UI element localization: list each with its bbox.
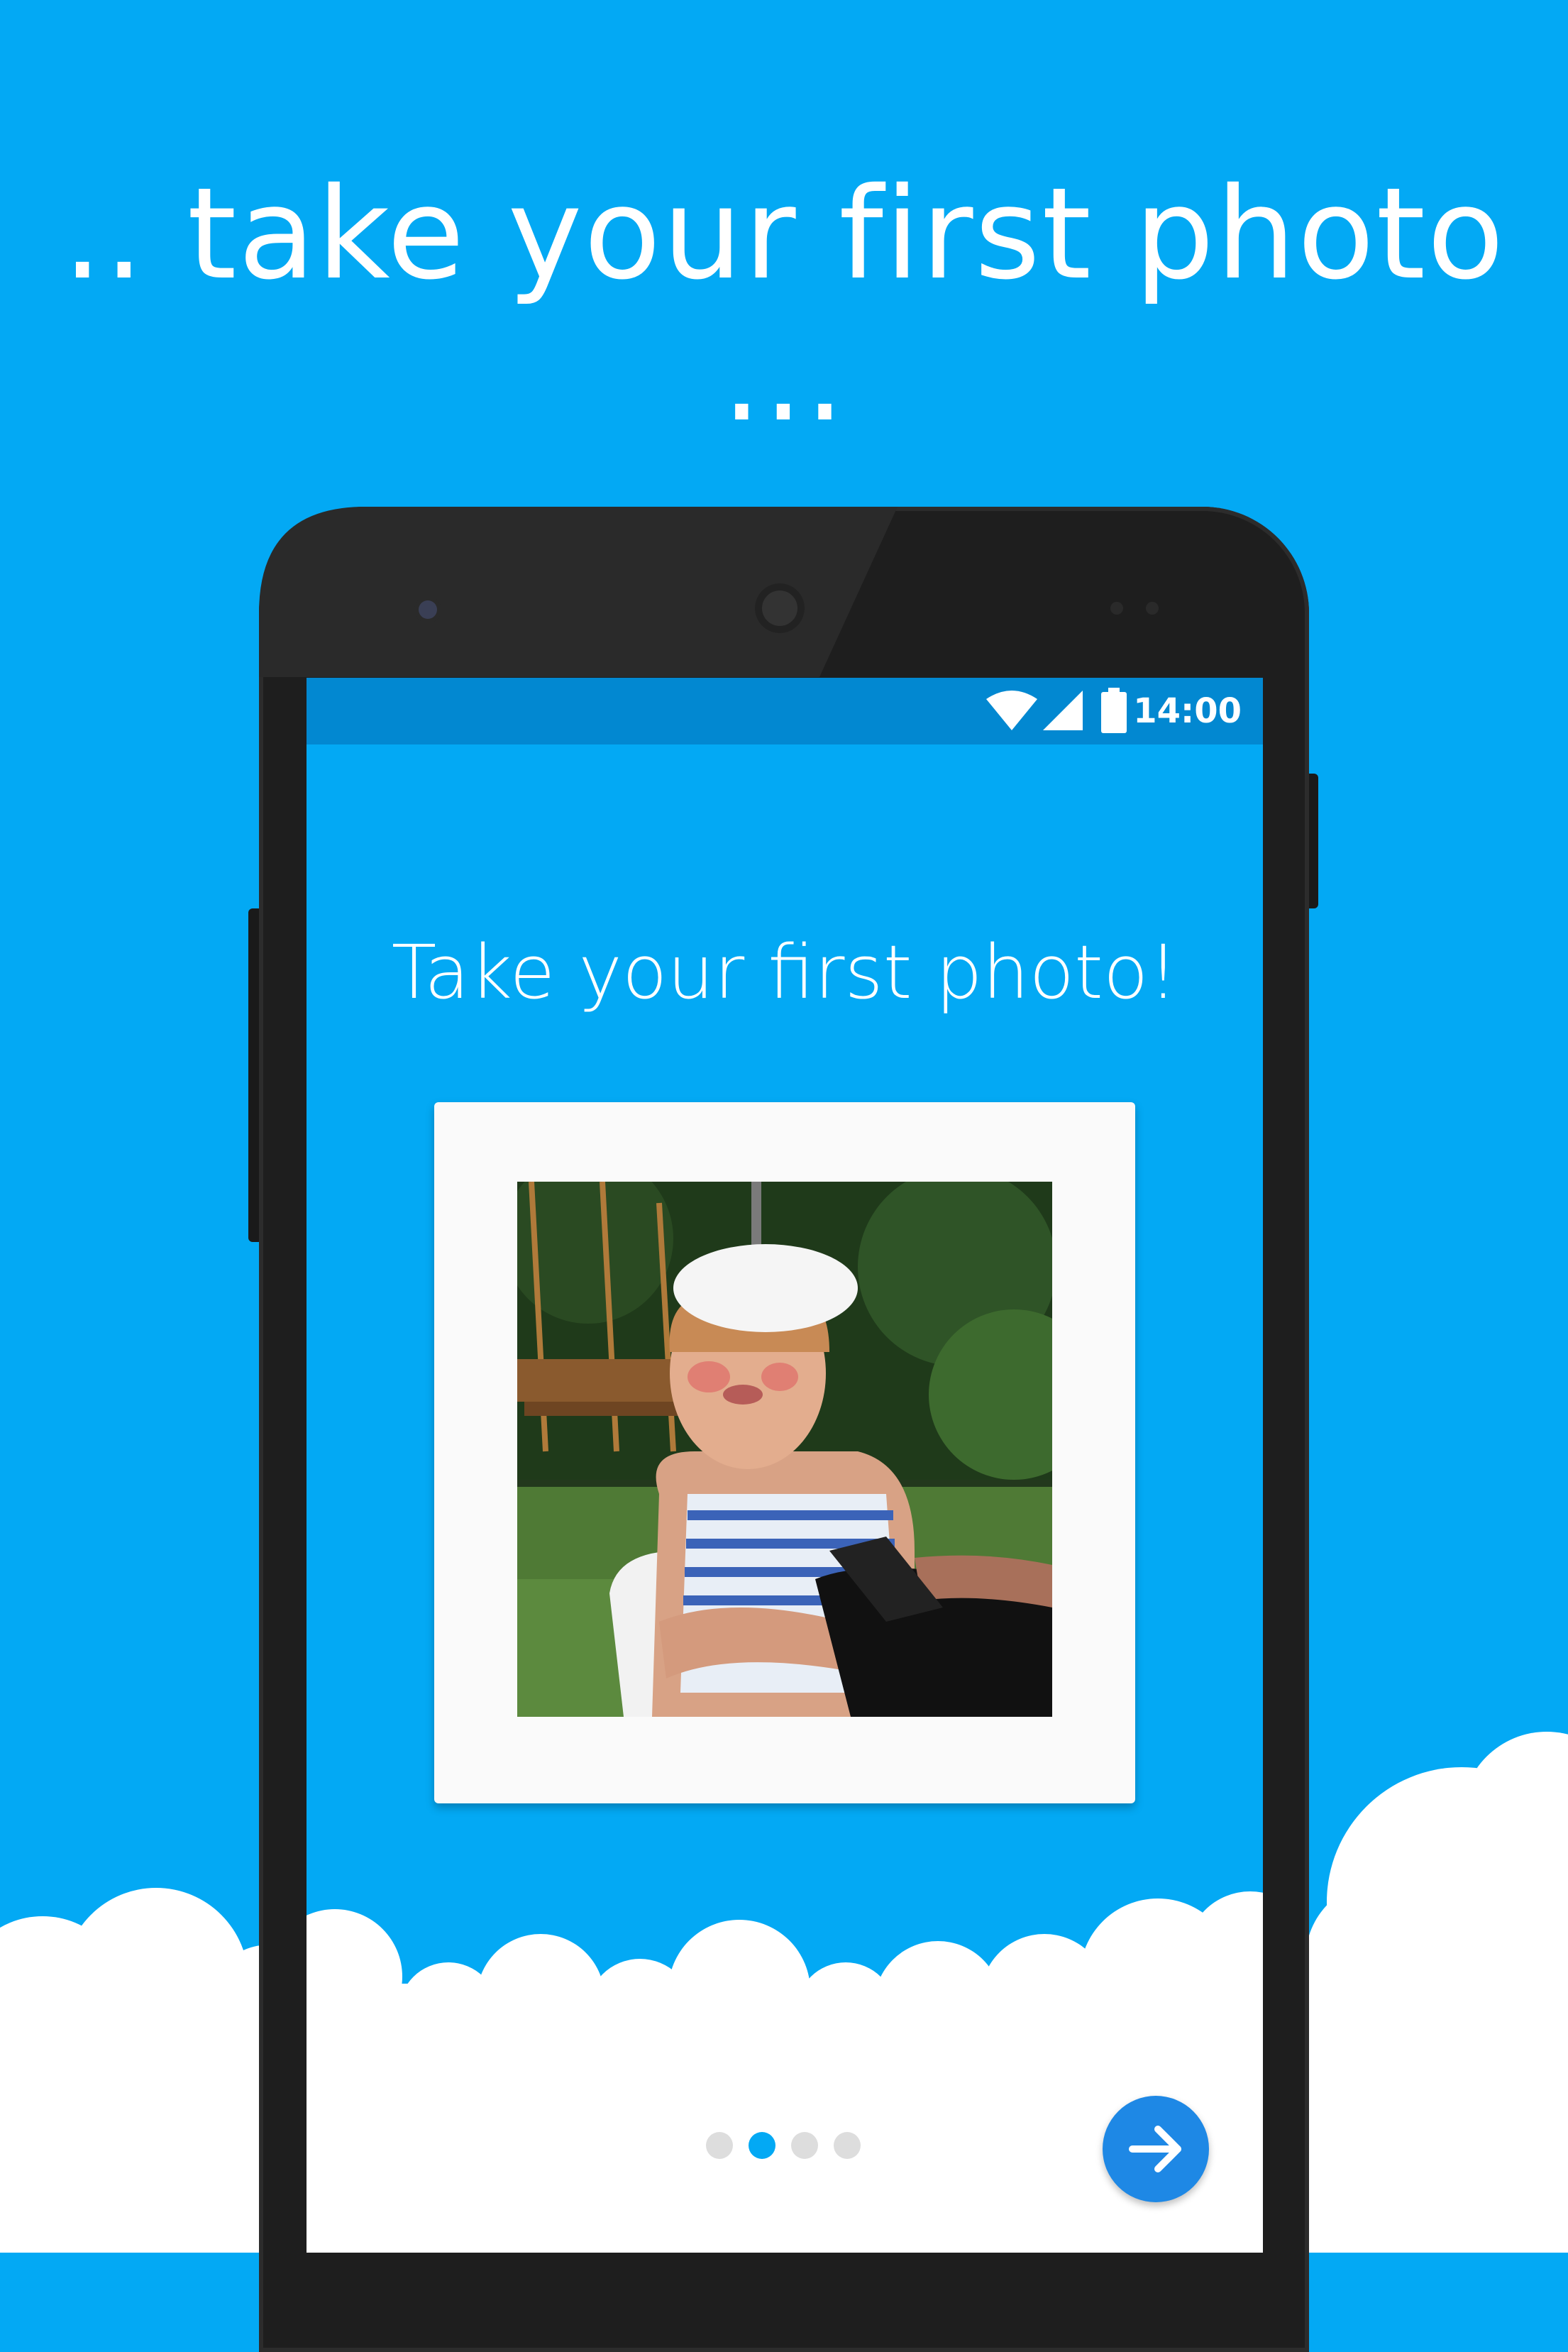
proximity-sensor — [1110, 602, 1123, 615]
next-button[interactable] — [1103, 2096, 1209, 2202]
page-dot[interactable] — [706, 2132, 733, 2159]
page-dot-active[interactable] — [749, 2132, 775, 2159]
page-dot[interactable] — [791, 2132, 818, 2159]
screen-clouds — [307, 1891, 1263, 2253]
light-sensor — [1146, 602, 1159, 615]
earpiece-speaker — [755, 583, 805, 633]
phone-screen: 14:00 Take your first photo! — [307, 678, 1263, 2253]
headline: .. take your first photo ... — [62, 160, 1506, 449]
front-camera — [419, 600, 437, 619]
page-dot[interactable] — [834, 2132, 861, 2159]
arrow-right-icon — [1129, 2126, 1181, 2172]
